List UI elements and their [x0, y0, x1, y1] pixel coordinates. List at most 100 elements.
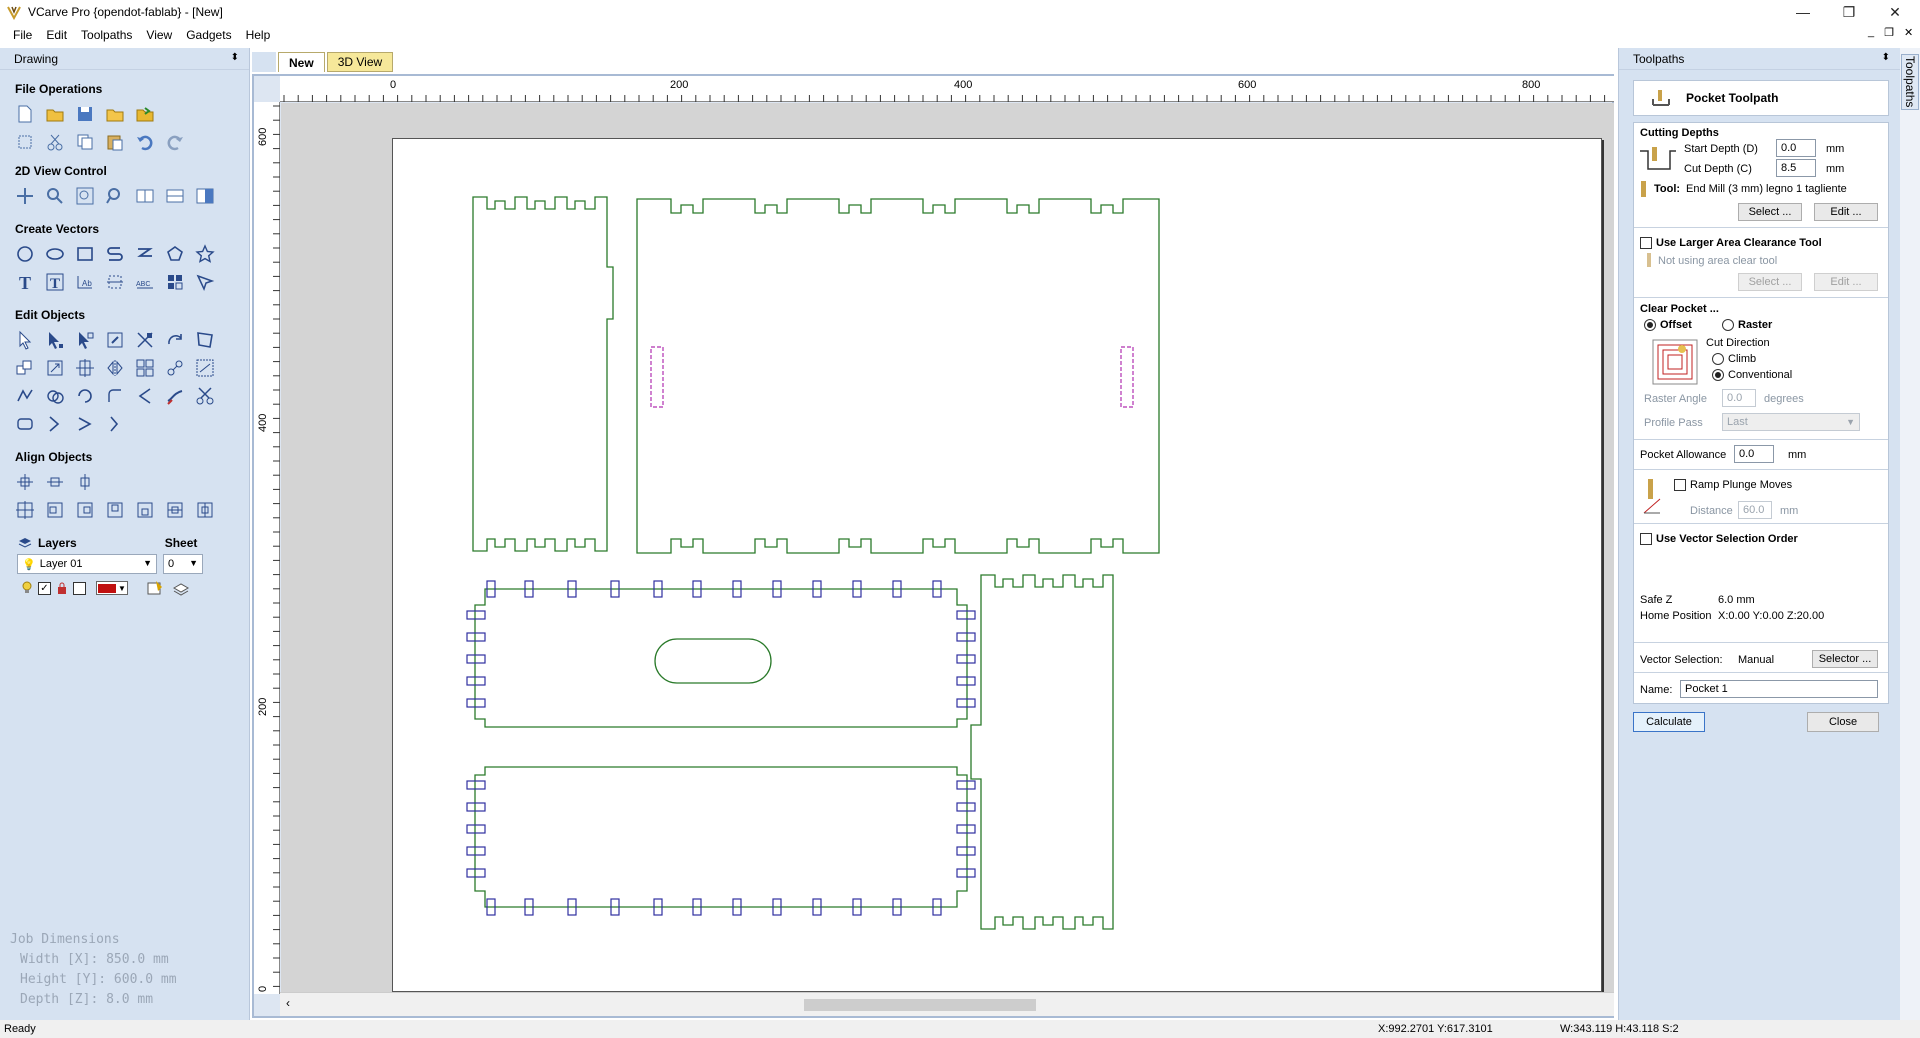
tab-new[interactable]: New [278, 52, 325, 72]
menu-view[interactable]: View [139, 28, 179, 42]
vector-panel-bottom[interactable] [474, 766, 968, 908]
size-icon[interactable] [44, 357, 66, 379]
doc-restore-button[interactable]: ❐ [1884, 26, 1894, 39]
align-bottom-icon[interactable] [134, 499, 156, 521]
smart-layout-icon[interactable] [194, 357, 216, 379]
pocket-slot-right[interactable] [1120, 346, 1134, 408]
offset-radio[interactable] [1644, 319, 1656, 331]
split-view-icon[interactable] [164, 185, 186, 207]
move-icon[interactable] [104, 329, 126, 351]
pin-icon[interactable]: ⬍ [231, 52, 239, 63]
layer-select[interactable]: 💡 Layer 01 ▼ [17, 554, 157, 574]
tabs-bottom-right[interactable] [956, 780, 976, 878]
material-sheet[interactable] [392, 138, 1602, 992]
node-edit-icon[interactable] [44, 329, 66, 351]
select-arrow-icon[interactable] [14, 329, 36, 351]
auto-layout-text-icon[interactable]: ABC [134, 271, 156, 293]
horizontal-scrollbar[interactable]: ‹ [280, 992, 1614, 1016]
distance-input[interactable]: 60.0 [1738, 501, 1772, 519]
circle-icon[interactable] [14, 243, 36, 265]
toolpaths-side-tab-button[interactable]: Toolpaths [1901, 54, 1919, 110]
join-open-vectors-icon[interactable] [44, 413, 66, 435]
pan-icon[interactable] [14, 185, 36, 207]
cut-depth-input[interactable]: 8.5 [1776, 159, 1816, 177]
align-center-icon[interactable] [74, 357, 96, 379]
vector-panel-left[interactable] [472, 196, 614, 552]
rotate-icon[interactable] [164, 329, 186, 351]
tabs-middle-left[interactable] [466, 610, 486, 708]
array-copy-icon[interactable] [134, 357, 156, 379]
menu-edit[interactable]: Edit [39, 28, 74, 42]
curve-icon[interactable] [134, 243, 156, 265]
scrollbar-thumb[interactable] [804, 999, 1036, 1011]
grid-array-icon[interactable] [164, 271, 186, 293]
tool-select-button[interactable]: Select ... [1738, 203, 1802, 221]
doc-close-button[interactable]: ✕ [1904, 26, 1913, 39]
mirror-shape-icon[interactable] [104, 357, 126, 379]
menu-toolpaths[interactable]: Toolpaths [74, 28, 139, 42]
layer-color-picker[interactable]: ▼ [96, 581, 128, 595]
create-tangent-icon[interactable] [104, 413, 126, 435]
scissors-icon[interactable] [194, 385, 216, 407]
vector-drawing[interactable] [393, 139, 1603, 993]
tabs-middle-right[interactable] [956, 610, 976, 708]
fillet-icon[interactable] [104, 385, 126, 407]
zoom-extents-icon[interactable] [74, 185, 96, 207]
text-icon[interactable]: T [14, 271, 36, 293]
text-on-curve-icon[interactable]: Ab [74, 271, 96, 293]
profile-pass-select[interactable]: Last ▼ [1722, 413, 1860, 431]
menu-file[interactable]: File [6, 28, 39, 42]
align-vertical-icon[interactable] [74, 471, 96, 493]
transform-icon[interactable] [74, 329, 96, 351]
view-layout-icon[interactable] [134, 185, 156, 207]
conventional-radio[interactable] [1712, 369, 1724, 381]
zoom-selected-icon[interactable] [104, 185, 126, 207]
align-horizontal-icon[interactable] [44, 471, 66, 493]
vector-panel-right-tall[interactable] [970, 574, 1114, 930]
larger-area-checkbox[interactable] [1640, 237, 1652, 249]
cut-icon[interactable] [44, 131, 66, 153]
star-icon[interactable] [194, 243, 216, 265]
layer-stack-icon[interactable] [172, 580, 190, 596]
layer-manager-icon[interactable] [146, 580, 164, 596]
minimize-button[interactable]: — [1780, 0, 1826, 24]
trace-bitmap-icon[interactable] [194, 271, 216, 293]
job-setup-icon[interactable] [14, 131, 36, 153]
dimension-icon[interactable] [104, 271, 126, 293]
save-file-icon[interactable] [74, 103, 96, 125]
export-folder-icon[interactable] [134, 103, 156, 125]
align-middle-horizontal-icon[interactable] [164, 499, 186, 521]
scale-icon[interactable] [134, 329, 156, 351]
selector-button[interactable]: Selector ... [1812, 650, 1878, 668]
align-centers-icon[interactable] [14, 499, 36, 521]
import-folder-icon[interactable] [104, 103, 126, 125]
doc-minimize-button[interactable]: _ [1868, 26, 1874, 39]
sheet-select[interactable]: 0 ▼ [163, 554, 203, 574]
rectangle-icon[interactable] [74, 243, 96, 265]
ellipse-icon[interactable] [44, 243, 66, 265]
weld-icon[interactable] [14, 385, 36, 407]
vector-panel-top-large[interactable] [636, 198, 1160, 554]
layer-lock-icon[interactable] [55, 581, 69, 595]
calculate-button[interactable]: Calculate [1633, 712, 1705, 732]
clearance-select-button[interactable]: Select ... [1738, 273, 1802, 291]
offset-icon[interactable] [14, 413, 36, 435]
vector-order-checkbox[interactable] [1640, 533, 1652, 545]
distort-icon[interactable] [194, 329, 216, 351]
trim-icon[interactable] [164, 385, 186, 407]
new-file-icon[interactable] [14, 103, 36, 125]
subtract-icon[interactable] [44, 385, 66, 407]
maximize-button[interactable]: ❐ [1826, 0, 1872, 24]
scroll-left-icon[interactable]: ‹ [286, 996, 290, 1010]
chamfer-icon[interactable] [134, 385, 156, 407]
undo-icon[interactable] [134, 131, 156, 153]
close-panel-button[interactable]: Close [1807, 712, 1879, 732]
layer-color-swatch-white[interactable] [73, 581, 86, 595]
zoom-icon[interactable] [44, 185, 66, 207]
close-window-button[interactable]: ✕ [1872, 0, 1918, 24]
mirror-icon[interactable] [14, 357, 36, 379]
clearance-edit-button[interactable]: Edit ... [1814, 273, 1878, 291]
menu-gadgets[interactable]: Gadgets [179, 28, 238, 42]
align-left-icon[interactable] [44, 499, 66, 521]
canvas-area[interactable] [281, 103, 1614, 993]
